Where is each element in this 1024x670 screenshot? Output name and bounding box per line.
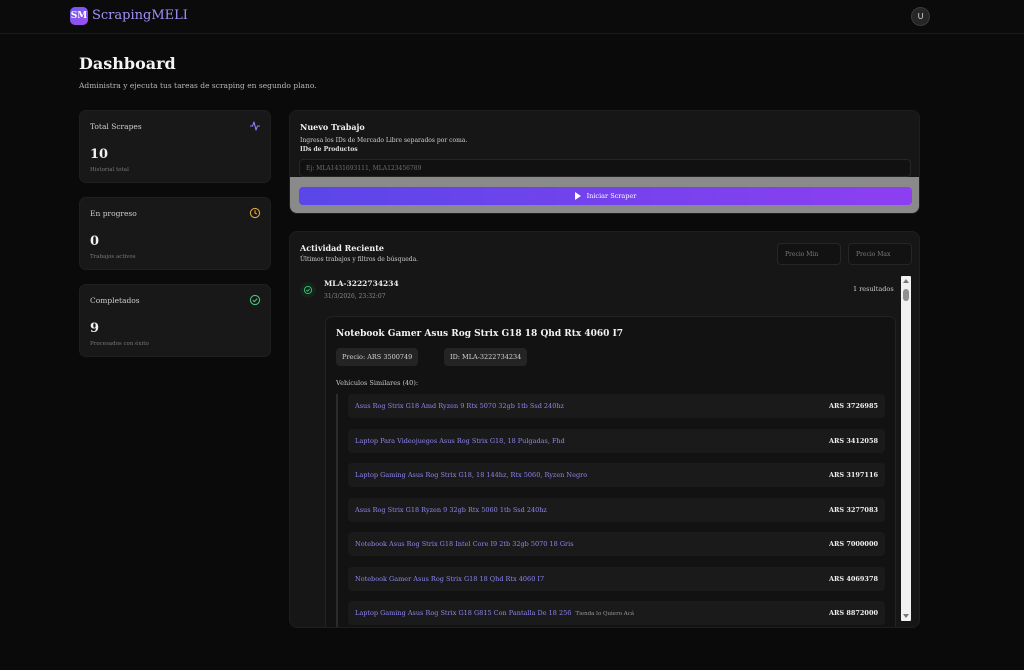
similar-item-price: ARS 3277083 bbox=[828, 506, 878, 514]
new-job-description: Ingresa los IDs de Mercado Libre separad… bbox=[300, 137, 468, 144]
stat-hint: Historial total bbox=[90, 167, 129, 173]
check-circle-icon bbox=[303, 285, 313, 295]
recent-activity-panel: Actividad Reciente Últimos trabajos y fi… bbox=[289, 231, 920, 628]
activity-description: Últimos trabajos y filtros de búsqueda. bbox=[300, 256, 419, 263]
new-job-panel: Nuevo Trabajo Ingresa los IDs de Mercado… bbox=[289, 110, 920, 214]
similar-item-price: ARS 8872000 bbox=[828, 609, 878, 617]
scroll-down-arrow[interactable] bbox=[903, 614, 909, 618]
similar-item-title[interactable]: Notebook Gamer Asus Rog Strix G18 18 Qhd… bbox=[355, 575, 544, 583]
product-card: Notebook Gamer Asus Rog Strix G18 18 Qhd… bbox=[325, 316, 896, 627]
check-circle-icon bbox=[249, 294, 261, 306]
similar-item[interactable]: Laptop Para Videojuegos Asus Rog Strix G… bbox=[348, 429, 885, 453]
user-avatar[interactable]: U bbox=[911, 7, 930, 26]
similar-item-price: ARS 7000000 bbox=[828, 540, 878, 548]
stat-value: 10 bbox=[90, 147, 109, 162]
similar-item-title[interactable]: Laptop Gaming Asus Rog Strix G18, 18 144… bbox=[355, 471, 587, 479]
play-icon bbox=[574, 192, 581, 200]
similar-item[interactable]: Laptop Gaming Asus Rog Strix G18 G815 Co… bbox=[348, 601, 885, 625]
activity-icon bbox=[250, 121, 260, 131]
logo-text[interactable]: ScrapingMELI bbox=[92, 8, 188, 23]
new-job-title: Nuevo Trabajo bbox=[300, 122, 365, 132]
job-id[interactable]: MLA-3222734234 bbox=[324, 279, 399, 288]
similar-item-title[interactable]: Asus Rog Strix G18 Ryzen 9 32gb Rtx 5060… bbox=[355, 506, 547, 514]
product-ids-input[interactable] bbox=[299, 159, 911, 177]
job-timestamp: 31/3/2026, 23:32:07 bbox=[324, 293, 386, 300]
product-ids-label: IDs de Productos bbox=[300, 146, 358, 153]
stat-card-completed: Completados 9 Procesados con éxito bbox=[79, 284, 271, 357]
similar-item-price: ARS 3726985 bbox=[828, 402, 878, 410]
stat-label: Total Scrapes bbox=[90, 122, 142, 131]
scroll-thumb[interactable] bbox=[903, 289, 909, 301]
product-id-badge: ID: MLA-3222734234 bbox=[444, 348, 528, 366]
stat-hint: Procesados con éxito bbox=[90, 341, 149, 347]
similar-item[interactable]: Asus Rog Strix G18 Ryzen 9 32gb Rtx 5060… bbox=[348, 498, 885, 522]
similar-item-title[interactable]: Laptop Para Videojuegos Asus Rog Strix G… bbox=[355, 437, 565, 445]
similar-item-price: ARS 4069378 bbox=[828, 575, 878, 583]
page-title: Dashboard bbox=[79, 54, 176, 73]
job-status-icon bbox=[300, 282, 316, 298]
stat-label: En progreso bbox=[90, 209, 137, 218]
logo-badge[interactable]: SM bbox=[70, 7, 88, 25]
similar-item-title[interactable]: Notebook Asus Rog Strix G18 Intel Core I… bbox=[355, 540, 574, 548]
start-scraper-label: Iniciar Scraper bbox=[586, 192, 637, 200]
clock-icon bbox=[249, 207, 261, 219]
similar-item-price: ARS 3412058 bbox=[828, 437, 878, 445]
similar-item-title[interactable]: Laptop Gaming Asus Rog Strix G18 G815 Co… bbox=[355, 609, 634, 617]
similar-item-title[interactable]: Asus Rog Strix G18 Amd Ryzen 9 Rtx 5070 … bbox=[355, 402, 564, 410]
job-results-count: 1 resultados bbox=[853, 285, 894, 293]
top-navbar: SM ScrapingMELI U bbox=[0, 0, 1024, 34]
product-name: Notebook Gamer Asus Rog Strix G18 18 Qhd… bbox=[336, 329, 624, 339]
start-scraper-button[interactable]: Iniciar Scraper bbox=[299, 187, 912, 205]
similar-item[interactable]: Asus Rog Strix G18 Amd Ryzen 9 Rtx 5070 … bbox=[348, 394, 885, 418]
stat-card-progress: En progreso 0 Trabajos activos bbox=[79, 197, 271, 270]
similar-label: Vehículos Similares (40): bbox=[336, 379, 419, 387]
new-job-footer: Iniciar Scraper bbox=[290, 177, 919, 213]
similar-item[interactable]: Laptop Gaming Asus Rog Strix G18, 18 144… bbox=[348, 463, 885, 487]
scroll-up-arrow[interactable] bbox=[903, 279, 909, 283]
similar-item[interactable]: Notebook Asus Rog Strix G18 Intel Core I… bbox=[348, 532, 885, 556]
price-min-input[interactable] bbox=[777, 243, 841, 265]
product-price-badge: Precio: ARS 3500749 bbox=[336, 348, 419, 366]
activity-title: Actividad Reciente bbox=[300, 243, 384, 253]
similar-item[interactable]: Notebook Gamer Asus Rog Strix G18 18 Qhd… bbox=[348, 567, 885, 591]
similar-item-price: ARS 3197116 bbox=[828, 471, 878, 479]
similar-item-store: Tienda lo Quiero Acá bbox=[575, 611, 635, 617]
price-max-input[interactable] bbox=[848, 243, 912, 265]
stat-hint: Trabajos activos bbox=[90, 254, 136, 260]
stat-card-total: Total Scrapes 10 Historial total bbox=[79, 110, 271, 183]
page-subtitle: Administra y ejecuta tus tareas de scrap… bbox=[79, 81, 317, 90]
stat-value: 9 bbox=[90, 321, 100, 336]
stat-value: 0 bbox=[90, 234, 100, 249]
similar-item-title-text[interactable]: Laptop Gaming Asus Rog Strix G18 G815 Co… bbox=[355, 609, 571, 617]
activity-scrollbar[interactable] bbox=[901, 276, 911, 621]
stat-label: Completados bbox=[90, 296, 140, 305]
similar-list: Asus Rog Strix G18 Amd Ryzen 9 Rtx 5070 … bbox=[336, 394, 885, 627]
